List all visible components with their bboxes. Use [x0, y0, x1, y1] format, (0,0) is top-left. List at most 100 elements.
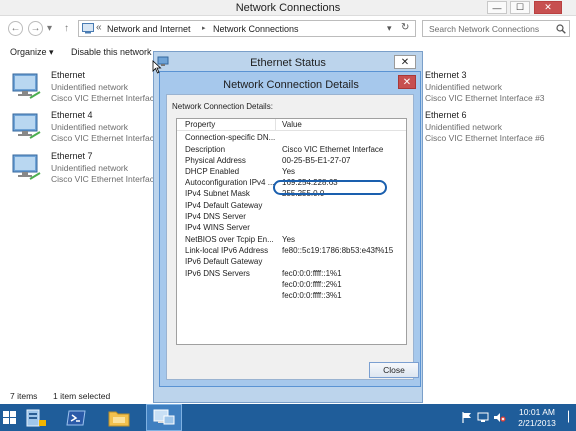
details-row[interactable]: IPv6 Default Gateway — [177, 257, 406, 268]
column-header-property[interactable]: Property — [185, 120, 215, 129]
volume-muted-icon[interactable] — [492, 404, 506, 431]
item-count: 7 items — [10, 391, 38, 401]
powershell-icon — [66, 410, 86, 425]
property-name: DHCP Enabled — [185, 167, 240, 176]
address-bar[interactable]: « Network and Internet ▸ Network Connect… — [78, 20, 416, 37]
details-row[interactable]: Link-local IPv6 Address fe80::5c19:1786:8… — [177, 246, 406, 257]
refresh-icon[interactable]: ↻ — [401, 22, 409, 33]
network-connections-icon — [153, 409, 175, 424]
details-dialog-title: Network Connection Details — [223, 79, 359, 91]
adapter-status: Unidentified network — [51, 163, 129, 173]
adapter-name: Ethernet 3 — [425, 70, 467, 80]
back-icon[interactable]: ← — [8, 21, 23, 36]
close-window-button[interactable]: ✕ — [534, 1, 562, 14]
details-row[interactable]: IPv4 Default Gateway — [177, 201, 406, 212]
adapter-status: Unidentified network — [425, 82, 503, 92]
windows-start-icon — [3, 410, 16, 424]
property-name: Connection-specific DN... — [185, 133, 275, 142]
adapter-device: Cisco VIC Ethernet Interface — [51, 174, 159, 184]
details-row[interactable]: NetBIOS over Tcpip En... Yes — [177, 235, 406, 246]
adapter-name: Ethernet — [51, 70, 86, 80]
title-bar: Network Connections — ☐ ✕ — [0, 0, 576, 16]
adapter-status: Unidentified network — [51, 122, 129, 132]
property-name: IPv4 Default Gateway — [185, 201, 263, 210]
maximize-button[interactable]: ☐ — [510, 1, 530, 14]
control-panel-icon — [82, 23, 94, 34]
details-dialog-close-icon[interactable]: ✕ — [398, 75, 416, 89]
organize-menu[interactable]: Organize ▾ — [10, 47, 54, 58]
recent-dropdown-icon[interactable]: ▾ — [45, 21, 54, 36]
close-button[interactable]: Close — [369, 362, 419, 378]
search-box[interactable]: Search Network Connections — [422, 20, 570, 37]
details-row[interactable]: IPv4 DNS Server — [177, 212, 406, 223]
property-name: IPv4 WINS Server — [185, 223, 250, 232]
server-manager-icon — [26, 409, 46, 426]
forward-icon[interactable]: → — [28, 21, 43, 36]
details-row[interactable]: IPv4 WINS Server — [177, 223, 406, 234]
action-center-flag-icon[interactable] — [460, 404, 474, 431]
property-value: fe80::5c19:1786:8b53:e43f%15 — [282, 246, 394, 255]
physical-address-highlight — [273, 180, 387, 195]
property-name: Link-local IPv6 Address — [185, 246, 269, 255]
taskbar-powershell[interactable] — [62, 404, 90, 431]
details-dialog-body: Network Connection Details: Property Val… — [166, 94, 419, 380]
breadcrumb-overflow[interactable]: « — [96, 22, 102, 33]
network-adapter-icon — [12, 154, 41, 180]
up-icon[interactable]: ↑ — [59, 21, 74, 36]
breadcrumb-network-and-internet[interactable]: Network and Internet — [107, 24, 191, 34]
start-button[interactable] — [0, 404, 20, 431]
property-value: fec0:0:0:ffff::3%1 — [282, 291, 342, 300]
adapter-ethernet-7[interactable]: Ethernet 7 Unidentified network Cisco VI… — [12, 151, 172, 189]
clock[interactable]: 10:01 AM 2/21/2013 — [508, 404, 566, 431]
taskbar-server-manager[interactable] — [22, 404, 50, 431]
clock-time: 10:01 AM — [519, 406, 555, 417]
adapter-name: Ethernet 7 — [51, 151, 93, 161]
property-value: 00-25-B5-E1-27-07 — [282, 156, 351, 165]
property-name: Physical Address — [185, 156, 246, 165]
adapter-device: Cisco VIC Ethernet Interface #6 — [425, 133, 545, 143]
details-row[interactable]: IPv6 DNS Servers fec0:0:0:ffff::1%1 — [177, 269, 406, 280]
ethernet-status-title: Ethernet Status — [250, 57, 326, 69]
property-name: NetBIOS over Tcpip En... — [185, 235, 274, 244]
property-name: Autoconfiguration IPv4 ... — [185, 178, 275, 187]
clock-date: 2/21/2013 — [518, 417, 556, 428]
adapter-ethernet-4[interactable]: Ethernet 4 Unidentified network Cisco VI… — [12, 110, 172, 148]
property-value: Cisco VIC Ethernet Interface — [282, 145, 384, 154]
address-dropdown-icon[interactable]: ▾ — [387, 23, 392, 34]
details-row[interactable]: fec0:0:0:ffff::2%1 — [177, 280, 406, 291]
details-row[interactable]: Connection-specific DN... — [177, 133, 406, 144]
taskbar-network-connections[interactable] — [146, 404, 182, 431]
property-value: fec0:0:0:ffff::1%1 — [282, 269, 342, 278]
adapter-name: Ethernet 4 — [51, 110, 93, 120]
ethernet-status-close-button[interactable]: ✕ — [394, 55, 416, 69]
adapter-status: Unidentified network — [51, 82, 129, 92]
search-placeholder: Search Network Connections — [429, 24, 540, 34]
network-adapter-icon — [12, 73, 41, 99]
adapter-device: Cisco VIC Ethernet Interface — [51, 133, 159, 143]
column-divider[interactable] — [275, 119, 276, 131]
disable-device-button[interactable]: Disable this network device — [71, 47, 153, 57]
property-value: Yes — [282, 235, 296, 244]
details-row[interactable]: Physical Address 00-25-B5-E1-27-07 — [177, 156, 406, 167]
property-name: IPv6 Default Gateway — [185, 257, 263, 266]
minimize-button[interactable]: — — [487, 1, 507, 14]
details-row[interactable]: DHCP Enabled Yes — [177, 167, 406, 178]
details-list[interactable]: Property Value Connection-specific DN...… — [176, 118, 407, 345]
taskbar-file-explorer[interactable] — [104, 404, 134, 431]
network-connection-details-dialog: Network Connection Details ✕ Network Con… — [159, 71, 421, 387]
search-icon[interactable] — [556, 24, 566, 34]
property-name: Description — [185, 145, 226, 154]
details-label: Network Connection Details: — [172, 102, 273, 111]
network-tray-icon[interactable] — [476, 404, 490, 431]
details-row[interactable]: Description Cisco VIC Ethernet Interface — [177, 145, 406, 156]
details-list-header: Property Value — [177, 119, 406, 131]
adapter-ethernet[interactable]: Ethernet Unidentified network Cisco VIC … — [12, 70, 172, 108]
breadcrumb-network-connections[interactable]: Network Connections — [213, 24, 299, 34]
property-value: fec0:0:0:ffff::2%1 — [282, 280, 342, 289]
show-desktop-button[interactable]: ▏ — [568, 404, 576, 431]
column-header-value[interactable]: Value — [282, 120, 302, 129]
adapter-name: Ethernet 6 — [425, 110, 467, 120]
details-row[interactable]: fec0:0:0:ffff::3%1 — [177, 291, 406, 302]
property-name: IPv6 DNS Servers — [185, 269, 250, 278]
selection-count: 1 item selected — [53, 391, 111, 401]
